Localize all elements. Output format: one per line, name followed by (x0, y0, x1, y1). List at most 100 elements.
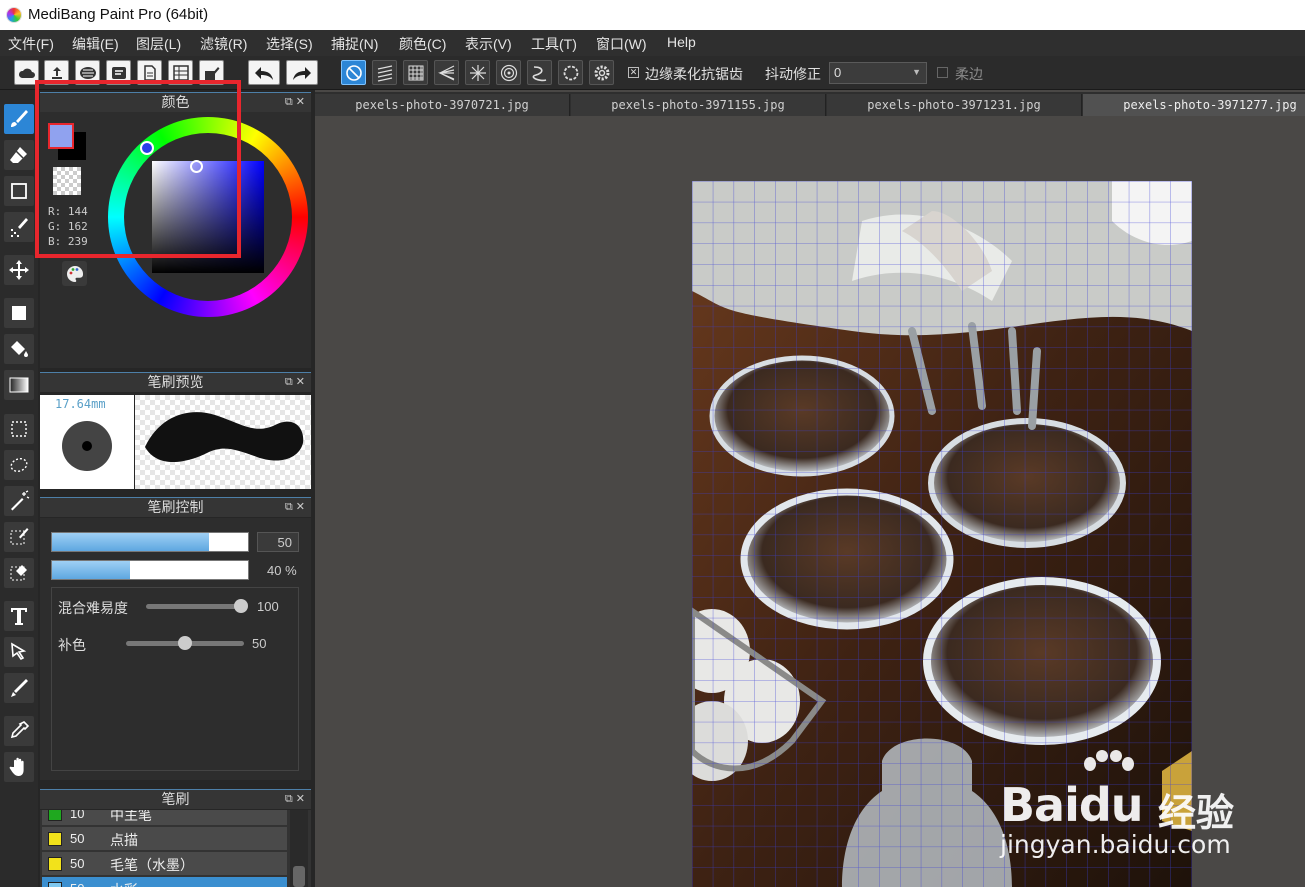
curve-snap-icon[interactable] (527, 60, 552, 85)
brush-preview-header: 笔刷预览 ⧉ ✕ (40, 372, 311, 392)
window-title: MediBang Paint Pro (64bit) (28, 6, 209, 23)
menu-tool[interactable]: 工具(T) (531, 34, 577, 54)
brush-control-header: 笔刷控制 ⧉ ✕ (40, 497, 311, 517)
brush-name: 中主笔 (110, 810, 152, 823)
highlight-box (35, 80, 241, 258)
watermark-brand: Baidu (1000, 778, 1144, 832)
menu-bar: 文件(F) 编辑(E) 图层(L) 滤镜(R) 选择(S) 捕捉(N) 颜色(C… (0, 30, 1305, 56)
undo-button[interactable] (248, 60, 280, 85)
blend-slider[interactable] (146, 599, 248, 613)
fill-rect-tool-icon[interactable] (4, 298, 34, 328)
menu-window[interactable]: 窗口(W) (596, 34, 647, 54)
select-pen-icon[interactable] (4, 522, 34, 552)
document-tabs: pexels-photo-3970721.jpg pexels-photo-39… (315, 92, 1305, 116)
menu-edit[interactable]: 编辑(E) (72, 34, 119, 54)
text-tool-icon[interactable] (4, 601, 34, 631)
brush-name: 毛笔（水墨） (110, 857, 194, 873)
brush-size-fill (52, 533, 209, 551)
radial-line-snap-icon[interactable] (434, 60, 459, 85)
radial-snap-icon[interactable] (465, 60, 490, 85)
gradient-tool-icon[interactable] (4, 370, 34, 400)
brush-tool-icon[interactable] (4, 104, 34, 134)
rectangle-tool-icon[interactable] (4, 176, 34, 206)
magic-wand-icon[interactable] (4, 486, 34, 516)
lasso-tool-icon[interactable] (4, 450, 34, 480)
brush-size: 50 (70, 881, 84, 887)
panel-float-close-icon[interactable]: ⧉ ✕ (285, 790, 305, 809)
dot-brush-icon[interactable] (4, 212, 34, 242)
brush-name: 水彩 (110, 880, 138, 887)
complement-slider[interactable] (126, 636, 244, 650)
brush-list-item[interactable]: 50 点描 (42, 827, 287, 851)
brush-size-preview: 17.64mm (40, 395, 134, 489)
brush-control-title: 笔刷控制 (147, 499, 204, 515)
watermark-url: jingyan.baidu.com (1000, 830, 1231, 859)
opacity-slider[interactable] (51, 560, 249, 580)
select-eraser-icon[interactable] (4, 558, 34, 588)
brush-color-swatch (48, 832, 62, 846)
operation-tool-icon[interactable] (4, 637, 34, 667)
parallel-snap-icon[interactable] (372, 60, 397, 85)
grid-snap-icon[interactable] (403, 60, 428, 85)
brush-list-item-selected[interactable]: 50 水彩 (42, 877, 287, 887)
brush-size-field[interactable]: 50 (257, 532, 299, 552)
eraser-tool-icon[interactable] (4, 140, 34, 170)
redo-button[interactable] (286, 60, 318, 85)
panel-float-close-icon[interactable]: ⧉ ✕ (285, 93, 305, 112)
brush-list-title: 笔刷 (161, 791, 190, 807)
concentric-snap-icon[interactable] (496, 60, 521, 85)
stabilizer-select[interactable]: 0 ▼ (829, 62, 927, 84)
tab-doc-1[interactable]: pexels-photo-3970721.jpg (315, 94, 570, 116)
menu-select[interactable]: 选择(S) (266, 34, 313, 54)
tab-doc-3[interactable]: pexels-photo-3971231.jpg (827, 94, 1082, 116)
brush-size-label: 17.64mm (55, 397, 106, 411)
brush-list: 10 中主笔 50 点描 50 毛笔（水墨） 50 水彩 (40, 810, 311, 887)
menu-file[interactable]: 文件(F) (8, 34, 54, 54)
menu-snap[interactable]: 捕捉(N) (331, 34, 378, 54)
blend-slider-handle[interactable] (234, 599, 248, 613)
complement-slider-handle[interactable] (178, 636, 192, 650)
brush-size: 50 (70, 831, 85, 846)
brush-list-scrollbar[interactable] (290, 810, 308, 887)
brush-list-item[interactable]: 50 毛笔（水墨） (42, 852, 287, 876)
scrollbar-thumb[interactable] (293, 866, 305, 887)
menu-filter[interactable]: 滤镜(R) (200, 34, 247, 54)
watermark-brand-cn: 经验 (1158, 791, 1235, 835)
ellipse-snap-icon[interactable] (558, 60, 583, 85)
brush-size-slider[interactable] (51, 532, 249, 552)
title-bar: MediBang Paint Pro (64bit) (0, 0, 1305, 30)
menu-help[interactable]: Help (667, 34, 696, 50)
tool-bar (0, 90, 38, 887)
menu-layer[interactable]: 图层(L) (136, 34, 181, 54)
panel-float-close-icon[interactable]: ⧉ ✕ (285, 498, 305, 517)
brush-list-header: 笔刷 ⧉ ✕ (40, 789, 311, 809)
antialias-checkbox[interactable]: ✕ (628, 67, 639, 78)
brush-color-swatch (48, 810, 62, 821)
blur-tool-icon[interactable] (4, 673, 34, 703)
settings-gear-icon[interactable] (589, 60, 614, 85)
eyedropper-icon[interactable] (4, 716, 34, 746)
move-tool-icon[interactable] (4, 255, 34, 285)
app-logo-icon (6, 7, 22, 23)
menu-color[interactable]: 颜色(C) (399, 34, 446, 54)
blend-label: 混合难易度 (58, 600, 128, 616)
select-rect-tool-icon[interactable] (4, 414, 34, 444)
side-panels: 颜色 ⧉ ✕ R: 144 G: 162 B: 239 笔刷预览 ⧉ ✕ 17.… (35, 80, 315, 887)
soft-edge-label: 柔边 (955, 66, 983, 82)
bucket-tool-icon[interactable] (4, 334, 34, 364)
brush-list-item[interactable]: 10 中主笔 (42, 810, 287, 826)
chevron-down-icon: ▼ (912, 67, 921, 77)
palette-icon[interactable] (62, 261, 87, 286)
soft-edge-checkbox[interactable] (937, 67, 948, 78)
blend-value: 100 (257, 599, 279, 614)
menu-view[interactable]: 表示(V) (465, 34, 512, 54)
panel-float-close-icon[interactable]: ⧉ ✕ (285, 373, 305, 392)
brush-preview-title: 笔刷预览 (147, 374, 204, 390)
complement-value: 50 (252, 636, 267, 651)
brush-tip-center (82, 441, 92, 451)
no-snap-icon[interactable] (341, 60, 366, 85)
opacity-fill (52, 561, 131, 579)
hand-tool-icon[interactable] (4, 752, 34, 782)
tab-doc-2[interactable]: pexels-photo-3971155.jpg (571, 94, 826, 116)
tab-doc-4-active[interactable]: pexels-photo-3971277.jpg (1083, 94, 1305, 116)
